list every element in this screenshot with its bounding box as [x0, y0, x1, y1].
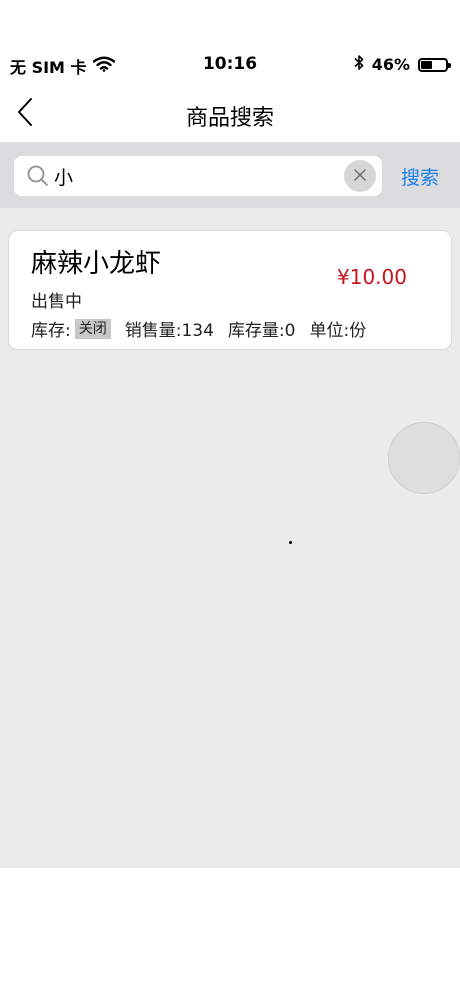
- stock-label: 库存:: [31, 321, 71, 341]
- product-meta: 库存: 关闭 销售量:134 库存量:0 单位:份: [31, 316, 380, 341]
- search-button[interactable]: 搜索: [401, 163, 439, 190]
- status-right: 46%: [354, 54, 451, 75]
- clear-button[interactable]: [344, 160, 376, 192]
- page-title: 商品搜索: [185, 106, 274, 131]
- dot-mark: [289, 541, 292, 544]
- battery-level: [421, 60, 432, 69]
- sales-count: 销售量:134: [124, 321, 214, 341]
- clear-icon: [353, 167, 367, 186]
- product-card[interactable]: 麻辣小龙虾 ¥10.00 出售中 库存: 关闭 销售量:134 库存量:0 单位…: [8, 230, 452, 350]
- product-price: ¥10.00: [337, 265, 407, 289]
- results-area: 麻辣小龙虾 ¥10.00 出售中 库存: 关闭 销售量:134 库存量:0 单位…: [0, 208, 460, 868]
- product-status: 出售中: [31, 292, 82, 312]
- search-input[interactable]: [54, 162, 344, 190]
- search-bar: 搜索: [0, 142, 460, 208]
- nav-bar: 商品搜索: [0, 86, 460, 142]
- bluetooth-icon: [354, 54, 364, 75]
- search-box: [14, 156, 382, 196]
- stock-badge[interactable]: 关闭: [74, 318, 111, 339]
- stock-quantity: 库存量:0: [227, 321, 296, 341]
- product-search-page: 无 SIM 卡 10:16 46% 商品搜索 小 搜索 麻辣小龙虾 ¥10.00…: [0, 0, 460, 996]
- battery-icon: [418, 57, 451, 72]
- bottom-blank-area: [0, 868, 460, 996]
- status-bar: [0, 0, 460, 46]
- product-name: 麻辣小龙虾: [31, 249, 162, 279]
- search-icon: [26, 164, 50, 192]
- floating-assistive-button[interactable]: [388, 422, 460, 494]
- unit-label: 单位:份: [309, 321, 367, 341]
- battery-percent: 46%: [371, 55, 410, 74]
